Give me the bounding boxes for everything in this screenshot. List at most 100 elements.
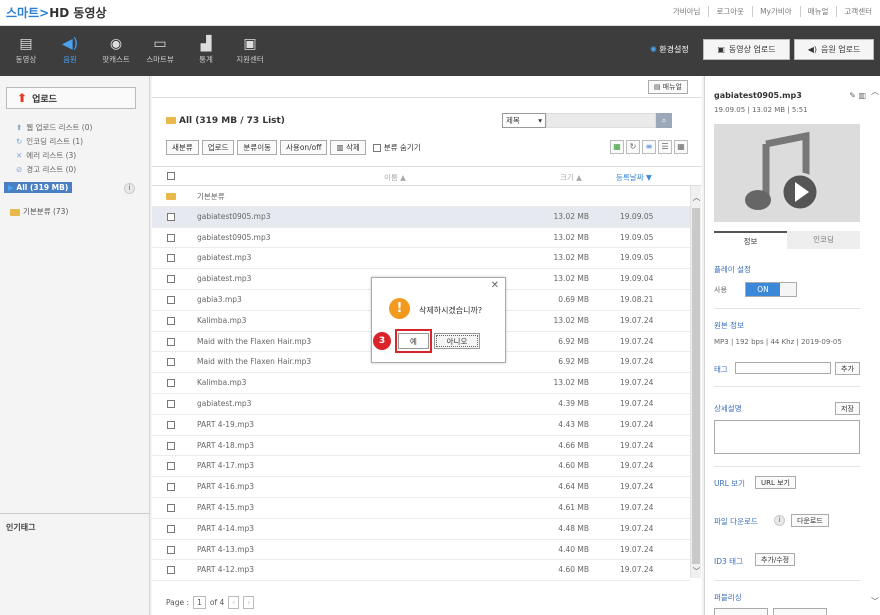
confirm-no-button[interactable]: 아니오 (434, 333, 480, 349)
table-row[interactable]: gabiatest.mp3 4.39 MB 19.07.24 (152, 394, 690, 415)
web-upload-list-link[interactable]: ⬆ 웹 업로드 리스트 (0) (16, 122, 92, 133)
scroll-up-icon[interactable]: ︿ (691, 192, 702, 203)
row-checkbox[interactable] (167, 503, 175, 512)
audio-thumbnail[interactable] (714, 124, 860, 222)
grid-view-icon[interactable]: ▦ (674, 140, 688, 154)
encoding-list-link[interactable]: ↻ 인코딩 리스트 (1) (16, 136, 83, 147)
row-checkbox[interactable] (167, 212, 175, 221)
tab-info[interactable]: 정보 (714, 231, 787, 249)
row-checkbox[interactable] (167, 358, 175, 367)
sort-select[interactable]: 제목 ▾ (502, 113, 546, 128)
nav-audio[interactable]: ◀) 음원 (48, 36, 92, 65)
tag-add-button[interactable]: 추가 (835, 362, 860, 375)
env-settings-link[interactable]: ✺ 환경설정 (650, 44, 689, 55)
error-list-link[interactable]: ✕ 에러 리스트 (3) (16, 150, 76, 161)
column-name-header[interactable]: 이름 ▲ (384, 172, 406, 183)
row-checkbox[interactable] (167, 420, 175, 429)
search-button[interactable]: ⌕ (656, 113, 672, 128)
next-page-icon[interactable]: › (243, 596, 255, 609)
table-row[interactable]: PART 4-16.mp3 4.64 MB 19.07.24 (152, 477, 690, 498)
close-icon[interactable]: ✕ (491, 280, 499, 291)
audio-upload-button[interactable]: ◀) 음원 업로드 (794, 39, 874, 60)
manual-button[interactable]: ▤ 매뉴얼 (647, 80, 688, 94)
row-checkbox[interactable] (167, 337, 175, 346)
row-checkbox[interactable] (167, 275, 175, 284)
table-row[interactable]: PART 4-18.mp3 4.66 MB 19.07.24 (152, 436, 690, 457)
column-date-header[interactable]: 등록날짜 ▼ (616, 172, 652, 183)
row-checkbox[interactable] (167, 379, 175, 388)
app-logo[interactable]: 스마트>HD 동영상 (6, 4, 107, 21)
video-upload-button[interactable]: ▣ 동영상 업로드 (703, 39, 790, 60)
row-checkbox[interactable] (167, 545, 175, 554)
toolbar-upload-button[interactable]: 업로드 (201, 140, 235, 155)
row-checkbox[interactable] (167, 399, 175, 408)
description-save-button[interactable]: 저장 (835, 402, 860, 415)
table-row[interactable]: PART 4-14.mp3 4.48 MB 19.07.24 (152, 519, 690, 540)
use-toggle[interactable]: ON (745, 282, 797, 297)
row-checkbox[interactable] (167, 462, 175, 471)
row-checkbox[interactable] (167, 566, 175, 575)
folder-default-category[interactable]: 기본분류 (73) (10, 206, 68, 217)
confirm-yes-button[interactable]: 예 (398, 333, 429, 349)
new-category-button[interactable]: 새분류 (166, 140, 199, 155)
row-checkbox[interactable] (167, 233, 175, 242)
hide-category-checkbox[interactable] (372, 143, 381, 152)
folder-row[interactable]: 기본분류 (152, 186, 690, 207)
all-category-item[interactable]: ▶ All (319 MB) (4, 182, 73, 193)
table-row[interactable]: PART 4-15.mp3 4.61 MB 19.07.24 (152, 498, 690, 519)
list-view-icon[interactable]: ≡ (642, 140, 656, 154)
upload-button[interactable]: ⬆ 업로드 (6, 87, 136, 109)
row-checkbox[interactable] (167, 524, 175, 533)
nav-video[interactable]: ▤ 동영상 (4, 36, 48, 65)
info-icon[interactable]: i (124, 183, 135, 194)
my-gabia-link[interactable]: My가비아 (752, 6, 792, 17)
row-checkbox[interactable] (167, 254, 175, 263)
list-scrollbar[interactable]: ︿ ﹀ (690, 186, 701, 578)
tab-encoding[interactable]: 인코딩 (787, 231, 860, 249)
search-input[interactable] (546, 113, 656, 128)
download-button[interactable]: 다운로드 (791, 514, 829, 527)
scroll-down-icon[interactable]: ﹀ (871, 596, 879, 607)
table-row[interactable]: gabiatest.mp3 13.02 MB 19.09.05 (152, 248, 690, 270)
nav-smartview[interactable]: ▭ 스마트뷰 (138, 36, 182, 65)
table-row[interactable]: PART 4-13.mp3 4.40 MB 19.07.24 (152, 540, 690, 561)
table-row[interactable]: PART 4-17.mp3 4.60 MB 19.07.24 (152, 456, 690, 478)
scroll-up-icon[interactable]: ︿ (871, 86, 879, 97)
customer-center-link[interactable]: 고객센터 (836, 6, 872, 17)
id3-edit-button[interactable]: 추가/수정 (755, 553, 796, 566)
logout-link[interactable]: 로그아웃 (708, 6, 744, 17)
publish-button-1[interactable] (714, 608, 768, 615)
url-view-button[interactable]: URL 보기 (755, 476, 796, 489)
detail-view-icon[interactable]: ☰ (658, 140, 672, 154)
description-textarea[interactable] (714, 420, 860, 454)
table-row[interactable]: gabiatest0905.mp3 13.02 MB 19.09.05 (152, 206, 690, 228)
row-checkbox[interactable] (167, 295, 175, 304)
nav-stats[interactable]: ▟ 통계 (184, 36, 228, 65)
table-row[interactable]: PART 4-19.mp3 4.43 MB 19.07.24 (152, 415, 690, 436)
table-row[interactable]: Kalimba.mp3 13.02 MB 19.07.24 (152, 373, 690, 394)
scroll-thumb[interactable] (692, 208, 700, 564)
scroll-down-icon[interactable]: ﹀ (691, 566, 702, 577)
nav-podcast[interactable]: ◉ 팟캐스트 (94, 36, 138, 65)
delete-button[interactable]: ▥ 삭제 (330, 140, 366, 155)
column-size-header[interactable]: 크기 ▲ (560, 172, 582, 183)
excel-icon[interactable]: ▦ (610, 140, 624, 154)
row-checkbox[interactable] (167, 316, 175, 325)
user-name-link[interactable]: 가비아님 (673, 6, 701, 17)
use-onoff-button[interactable]: 사용on/off (280, 140, 328, 155)
manual-link[interactable]: 매뉴얼 (799, 6, 828, 17)
detail-scrollbar[interactable]: ︿ ﹀ (871, 84, 879, 609)
tag-input[interactable] (735, 362, 831, 374)
refresh-icon[interactable]: ↻ (626, 140, 640, 154)
nav-support[interactable]: ▣ 지원센터 (228, 36, 272, 65)
warning-list-link[interactable]: ⊘ 경고 리스트 (0) (16, 164, 76, 175)
pencil-icon[interactable]: ✎ (849, 91, 856, 100)
table-row[interactable]: PART 4-12.mp3 4.60 MB 19.07.24 (152, 560, 690, 582)
select-all-checkbox[interactable] (167, 172, 175, 180)
row-checkbox[interactable] (167, 483, 175, 492)
trash-icon[interactable]: ▥ (858, 91, 866, 100)
row-checkbox[interactable] (167, 441, 175, 450)
page-number-input[interactable]: 1 (193, 596, 206, 609)
info-icon[interactable]: i (774, 515, 785, 526)
table-row[interactable]: gabiatest0905.mp3 13.02 MB 19.09.05 (152, 228, 690, 249)
